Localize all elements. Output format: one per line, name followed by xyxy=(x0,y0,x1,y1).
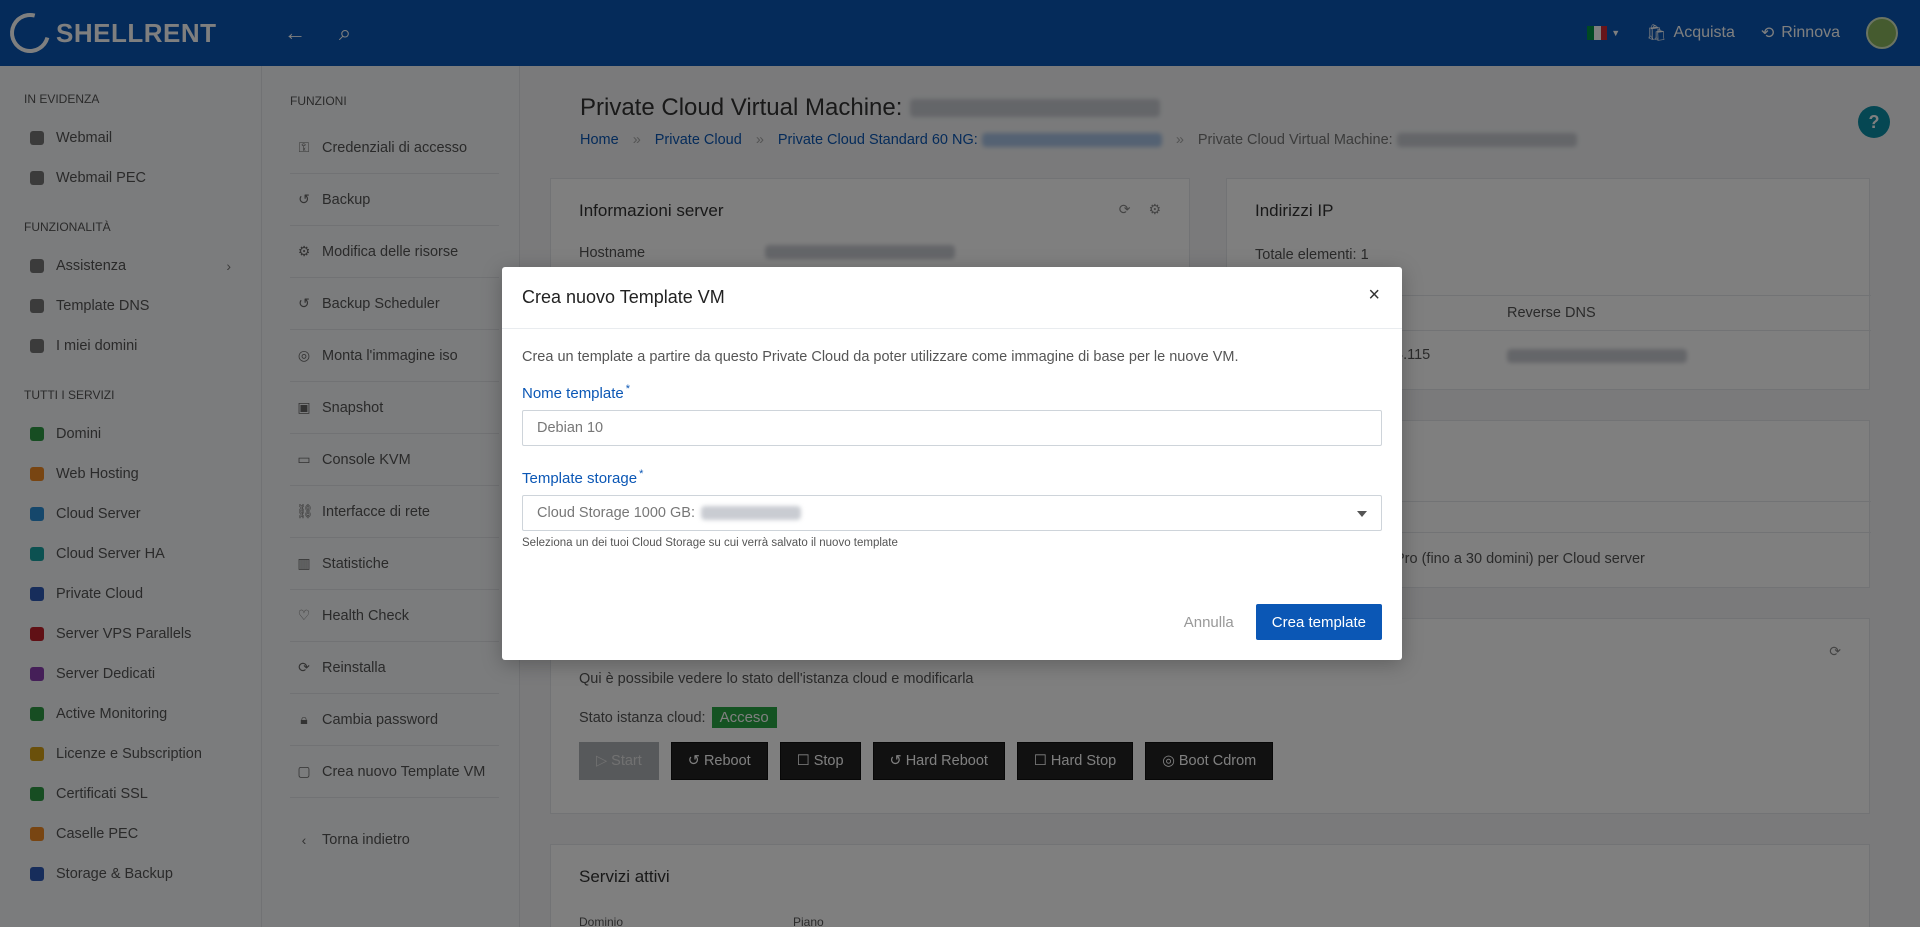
template-storage-label: Template storage * xyxy=(522,468,644,487)
template-storage-help: Seleziona un dei tuoi Cloud Storage su c… xyxy=(522,537,898,549)
modal-header: Crea nuovo Template VM × xyxy=(502,267,1402,329)
modal-body: Crea un template a partire da questo Pri… xyxy=(502,329,1402,549)
template-name-input[interactable]: Debian 10 xyxy=(522,410,1382,446)
modal-title: Crea nuovo Template VM xyxy=(522,287,725,307)
cancel-button[interactable]: Annulla xyxy=(1184,614,1234,631)
template-storage-select[interactable]: Cloud Storage 1000 GB: xyxy=(522,495,1382,531)
create-template-modal: Crea nuovo Template VM × Crea un templat… xyxy=(502,267,1402,660)
template-name-label: Nome template * xyxy=(522,383,630,402)
create-template-button[interactable]: Crea template xyxy=(1255,604,1382,640)
chevron-down-icon xyxy=(1357,511,1367,517)
close-icon[interactable]: × xyxy=(1368,285,1380,305)
template-name-value: Debian 10 xyxy=(537,420,604,436)
modal-footer: Annulla Crea template xyxy=(1184,604,1382,640)
redacted-storage-id xyxy=(701,506,801,520)
template-storage-value: Cloud Storage 1000 GB: xyxy=(537,505,695,521)
modal-description: Crea un template a partire da questo Pri… xyxy=(522,349,1239,365)
